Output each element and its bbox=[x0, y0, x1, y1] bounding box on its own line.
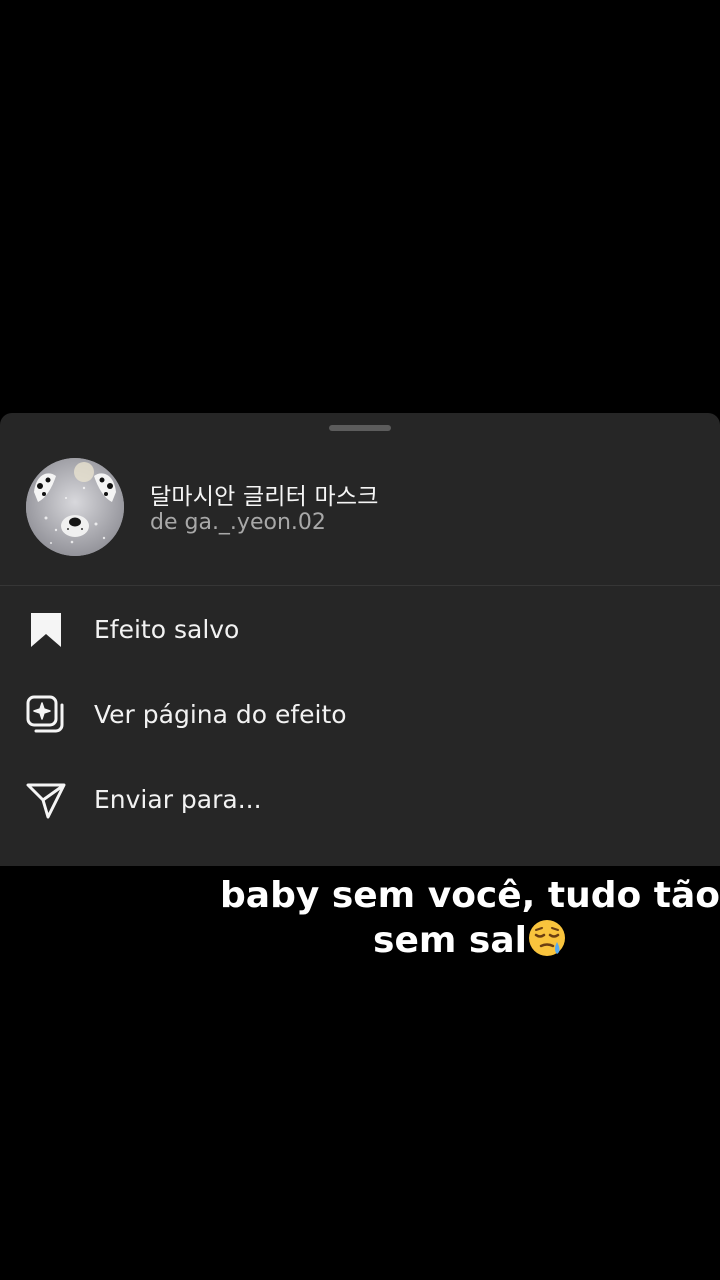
effect-author[interactable]: de ga._.yeon.02 bbox=[150, 510, 326, 535]
menu-item-label: Efeito salvo bbox=[94, 615, 240, 644]
effect-header[interactable]: 달마시안 글리터 마스크 de ga._.yeon.02 bbox=[0, 443, 720, 585]
drag-handle[interactable] bbox=[329, 425, 391, 431]
effect-title: 달마시안 글리터 마스크 bbox=[150, 484, 379, 510]
bookmark-filled-icon bbox=[26, 610, 66, 650]
effect-options-sheet: 달마시안 글리터 마스크 de ga._.yeon.02 Efeito salv… bbox=[0, 413, 720, 866]
divider bbox=[0, 585, 720, 586]
dalmatian-mask-thumbnail bbox=[26, 458, 124, 556]
send-icon bbox=[26, 780, 66, 820]
caption-line-1: baby sem você, tudo tão bbox=[220, 875, 720, 916]
send-to-button[interactable]: Enviar para... bbox=[0, 757, 720, 841]
effect-page-icon bbox=[26, 695, 66, 735]
view-effect-page-button[interactable]: Ver página do efeito bbox=[0, 672, 720, 756]
menu-item-label: Enviar para... bbox=[94, 785, 262, 814]
effect-avatar[interactable] bbox=[26, 458, 124, 556]
story-caption: baby sem você, tudo tão sem sal bbox=[200, 874, 720, 969]
caption-line-2-text: sem sal bbox=[373, 920, 527, 961]
saved-effect-button[interactable]: Efeito salvo bbox=[0, 587, 720, 671]
sleepy-face-emoji bbox=[527, 918, 567, 969]
caption-line-2: sem sal bbox=[200, 918, 720, 969]
menu-item-label: Ver página do efeito bbox=[94, 700, 347, 729]
